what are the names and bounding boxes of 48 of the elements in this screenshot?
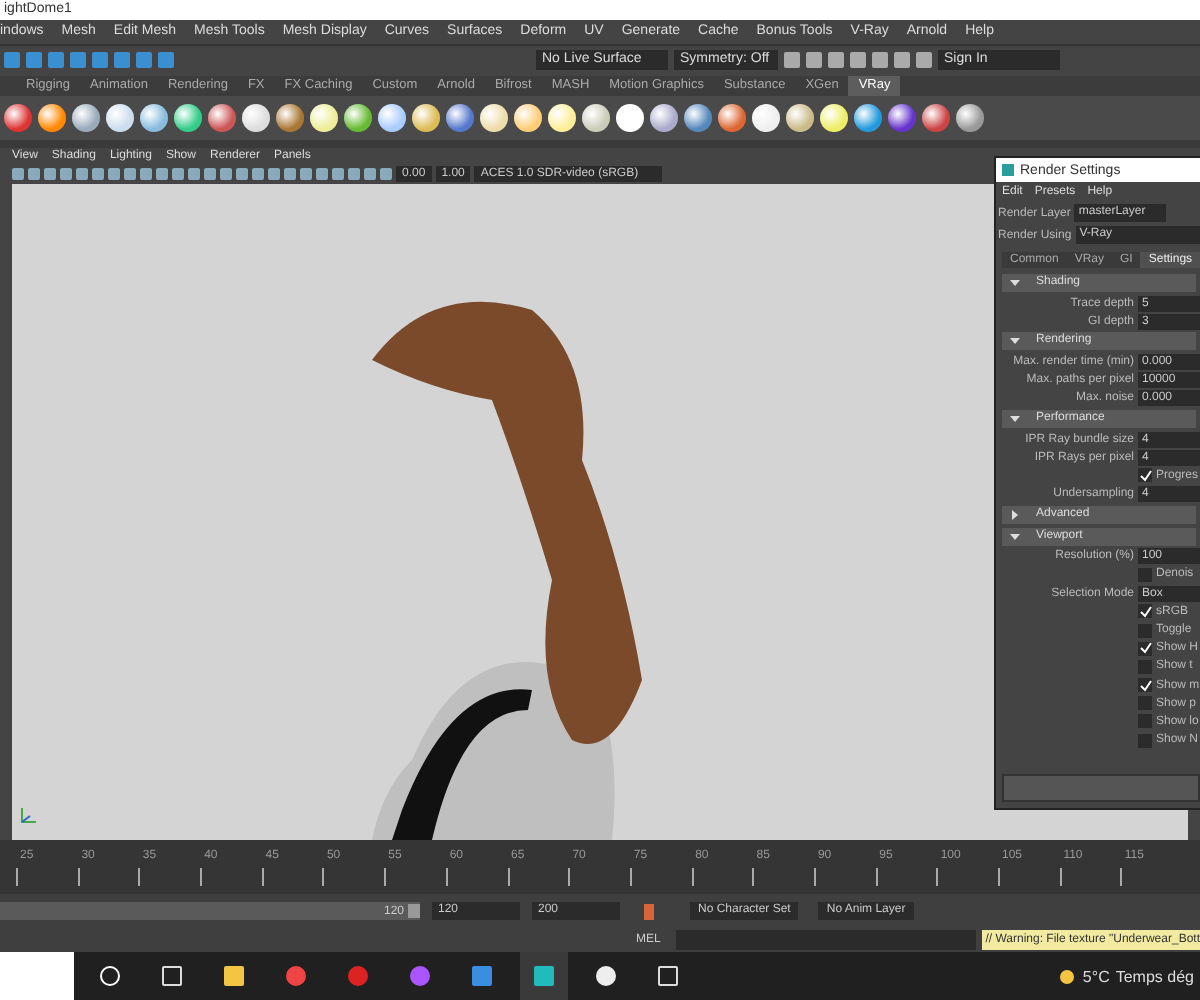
range-handle[interactable] [408, 904, 420, 919]
maya-logo-icon [1002, 164, 1014, 176]
checkbox[interactable] [1138, 567, 1152, 582]
shelf-tool-icon[interactable] [276, 103, 304, 132]
checkbox[interactable] [1138, 678, 1152, 693]
checkbox[interactable] [1138, 733, 1152, 748]
taskbar-search-field[interactable] [0, 952, 74, 1000]
shelf-tool-icon[interactable] [480, 103, 508, 132]
command-input[interactable] [676, 930, 976, 951]
shelf-tool-icon[interactable] [820, 103, 848, 132]
shelf-tool-icon[interactable] [854, 103, 882, 132]
checkbox[interactable] [1138, 696, 1152, 711]
shelf-tool-icon[interactable] [582, 103, 610, 132]
checkbox[interactable] [1138, 659, 1152, 674]
shelf-tool-icon[interactable] [888, 103, 916, 132]
temperature-label: 5°C [1082, 967, 1110, 985]
checkbox[interactable] [1138, 714, 1152, 729]
shelf-tool-icon[interactable] [412, 103, 440, 132]
shelf-tool-icon[interactable] [242, 103, 270, 132]
shelf-tool-icon[interactable] [344, 103, 372, 132]
shelf-tool-icon[interactable] [208, 103, 236, 132]
shelf-tool-icon[interactable] [616, 103, 644, 132]
shelf-tool-icon[interactable] [38, 103, 66, 132]
shelf-tool-icon[interactable] [514, 103, 542, 132]
shelf-tool-icon[interactable] [72, 103, 100, 132]
checkbox[interactable] [1138, 641, 1152, 656]
checkbox[interactable] [1138, 604, 1152, 619]
shelf-tool-icon[interactable] [140, 103, 168, 132]
auto-key-icon[interactable] [644, 903, 654, 920]
shelf-tool-icon[interactable] [718, 103, 746, 132]
shelf-tool-icon[interactable] [684, 103, 712, 132]
shelf-tool-icon[interactable] [310, 103, 338, 132]
weather-moon-icon [1060, 969, 1075, 983]
shelf-tool-icon[interactable] [752, 103, 780, 132]
checkbox[interactable] [1138, 623, 1152, 638]
shelf-tool-icon[interactable] [650, 103, 678, 132]
shelf-tool-icon[interactable] [174, 103, 202, 132]
shelf-tool-icon[interactable] [922, 103, 950, 132]
shelf-tool-icon[interactable] [106, 103, 134, 132]
shelf-tool-icon[interactable] [4, 103, 32, 132]
shelf-tool-icon[interactable] [548, 103, 576, 132]
shelf-tool-icon[interactable] [956, 103, 984, 132]
weather-label: Temps dég [1115, 967, 1194, 985]
axis-icon [20, 808, 36, 825]
checkbox[interactable] [1138, 468, 1152, 483]
shelf-tool-icon[interactable] [378, 103, 406, 132]
shelf-tool-icon[interactable] [446, 103, 474, 132]
shelf-tool-icon[interactable] [786, 103, 814, 132]
